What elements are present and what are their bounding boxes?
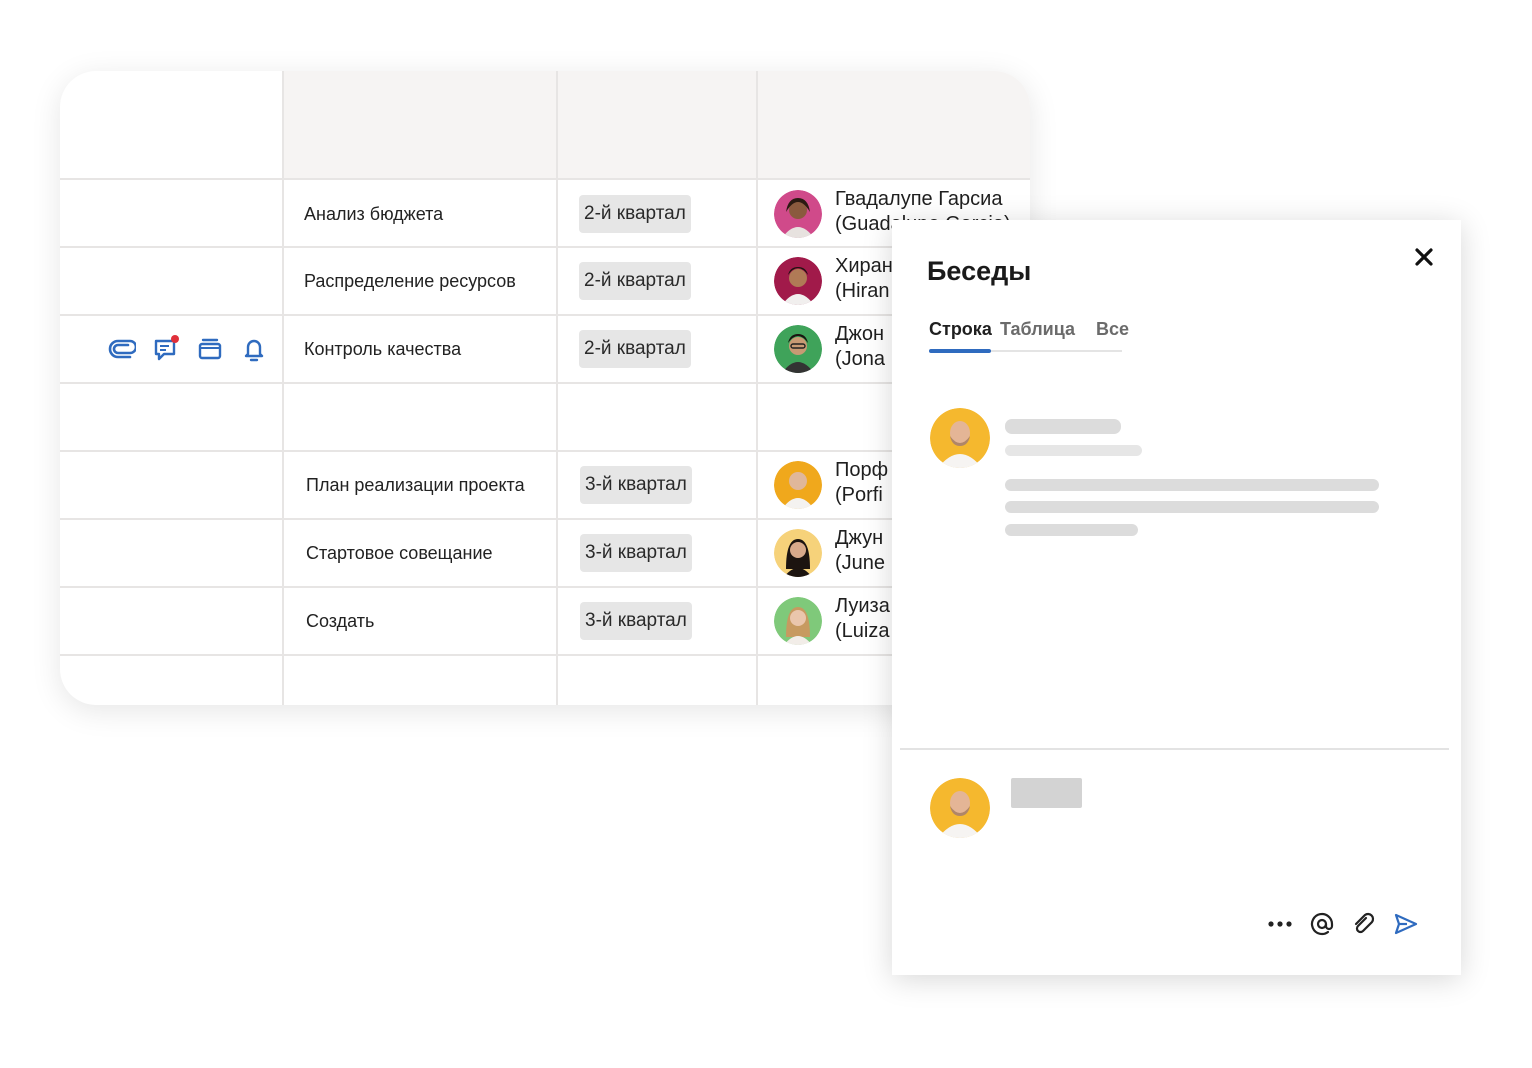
tab-indicator — [929, 349, 991, 353]
grid-line — [60, 654, 1030, 656]
task-cell[interactable]: Контроль качества — [304, 316, 461, 382]
owner-name-latin: (Luiza — [835, 620, 890, 642]
avatar — [774, 461, 822, 509]
task-cell[interactable]: Распределение ресурсов — [304, 248, 516, 314]
owner-name-latin: (Hiran — [835, 280, 890, 302]
mention-icon[interactable] — [1308, 910, 1336, 938]
owner-name: Гвадалупе Гарсиа — [835, 188, 1003, 210]
quarter-chip[interactable]: 3-й квартал — [580, 534, 692, 572]
row-actions — [108, 335, 268, 363]
table-row[interactable] — [60, 384, 1030, 450]
attachment-icon[interactable] — [108, 335, 138, 363]
sheet-grid: Анализ бюджета 2-й квартал Гвадалупе Гар… — [60, 71, 1030, 705]
comment-text-skeleton — [1005, 524, 1138, 536]
composer-toolbar — [1266, 910, 1420, 938]
tab-row[interactable]: Строка — [929, 319, 992, 340]
avatar — [774, 257, 822, 305]
owner-name-latin: (June — [835, 552, 886, 574]
comment-text-skeleton — [1005, 501, 1379, 513]
send-icon[interactable] — [1392, 910, 1420, 938]
task-cell[interactable]: Создать — [306, 588, 374, 654]
conversations-panel: Беседы Строка Таблица Все — [892, 220, 1461, 975]
avatar — [774, 325, 822, 373]
conversation-tabs: Строка Таблица Все — [929, 319, 1129, 355]
avatar — [774, 190, 822, 238]
owner-cell[interactable]: Джун (June — [835, 526, 885, 576]
table-row[interactable]: Анализ бюджета 2-й квартал Гвадалупе Гар… — [60, 181, 1030, 247]
close-button[interactable] — [1409, 242, 1439, 272]
tab-sheet[interactable]: Таблица — [1000, 319, 1075, 340]
tab-all[interactable]: Все — [1096, 319, 1129, 340]
grid-line — [60, 178, 1030, 180]
quarter-chip[interactable]: 2-й квартал — [579, 330, 691, 368]
table-row[interactable]: План реализации проекта 3-й квартал Порф… — [60, 452, 1030, 518]
task-cell[interactable]: Анализ бюджета — [304, 181, 443, 247]
owner-name: Хиран — [835, 255, 893, 277]
task-cell[interactable]: План реализации проекта — [306, 452, 525, 518]
owner-name-latin: (Porfi — [835, 484, 883, 506]
table-row[interactable]: Стартовое совещание 3-й квартал Джун (Ju… — [60, 520, 1030, 586]
panel-title: Беседы — [927, 256, 1032, 286]
owner-cell[interactable]: Порф (Porfi — [835, 458, 888, 508]
close-icon — [1415, 248, 1433, 266]
owner-name: Джун — [835, 527, 884, 549]
reminder-icon[interactable] — [240, 335, 268, 363]
owner-cell[interactable]: Хиран (Hiran — [835, 254, 893, 304]
table-row[interactable]: Создать 3-й квартал Луиза (Luiza — [60, 588, 1030, 654]
column-header-row — [284, 71, 1030, 179]
owner-name: Луиза — [835, 595, 890, 617]
more-icon[interactable] — [1266, 910, 1294, 938]
avatar — [930, 778, 990, 838]
avatar — [774, 597, 822, 645]
table-row[interactable]: Контроль качества 2-й квартал Джон (Jona — [60, 316, 1030, 382]
comment-author-skeleton — [1005, 419, 1121, 434]
owner-cell[interactable]: Луиза (Luiza — [835, 594, 890, 644]
quarter-chip[interactable]: 2-й квартал — [579, 262, 691, 300]
owner-name: Джон — [835, 323, 885, 345]
quarter-chip[interactable]: 3-й квартал — [580, 466, 692, 504]
comment-icon[interactable] — [152, 335, 180, 363]
proof-icon[interactable] — [196, 335, 224, 363]
comment-date-skeleton — [1005, 445, 1142, 456]
attach-icon[interactable] — [1350, 910, 1378, 938]
owner-name-latin: (Jona — [835, 348, 886, 370]
avatar — [774, 529, 822, 577]
comment-input[interactable] — [1011, 778, 1082, 808]
owner-name: Порф — [835, 459, 889, 481]
task-cell[interactable]: Стартовое совещание — [306, 520, 493, 586]
comment-text-skeleton — [1005, 479, 1379, 491]
quarter-chip[interactable]: 2-й квартал — [579, 195, 691, 233]
divider — [900, 748, 1449, 750]
table-row[interactable]: Распределение ресурсов 2-й квартал Хиран… — [60, 248, 1030, 314]
avatar — [930, 408, 990, 468]
owner-cell[interactable]: Джон (Jona — [835, 322, 885, 372]
quarter-chip[interactable]: 3-й квартал — [580, 602, 692, 640]
